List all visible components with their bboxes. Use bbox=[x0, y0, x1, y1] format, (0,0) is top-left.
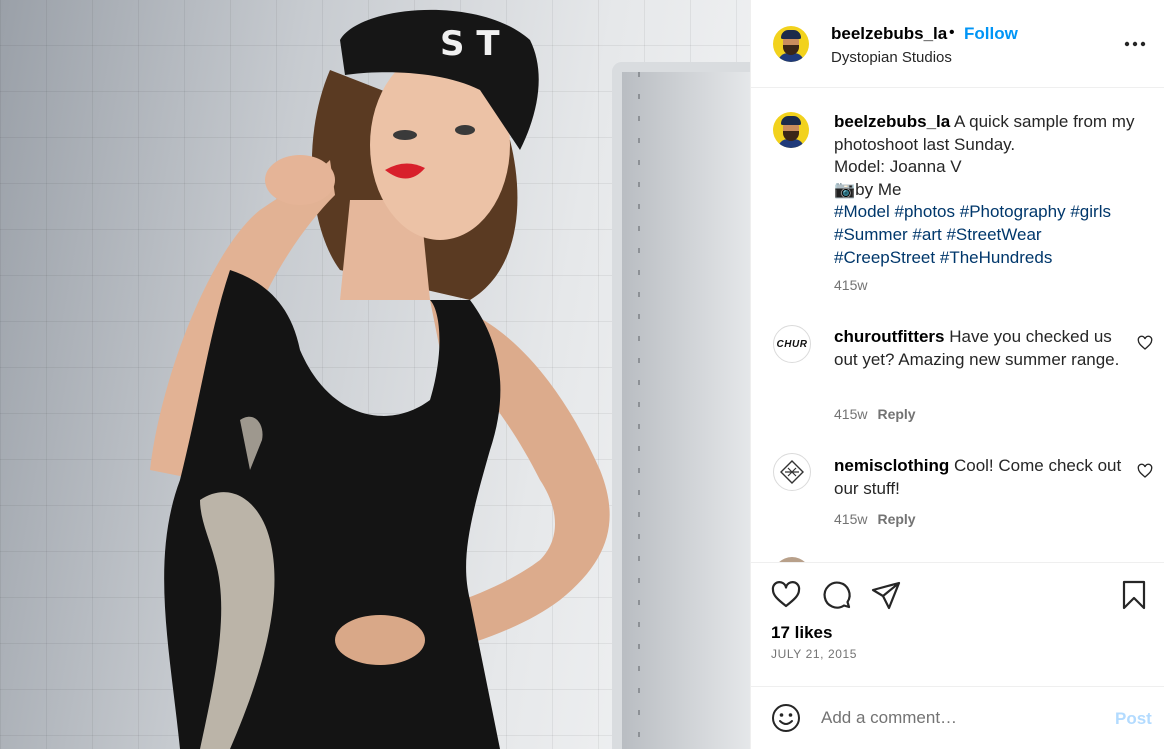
comment-body: churoutfitters Have you checked us out y… bbox=[834, 325, 1124, 371]
hashtag-link[interactable]: #StreetWear bbox=[946, 225, 1041, 244]
post-actions: 17 likes JULY 21, 2015 bbox=[751, 562, 1164, 686]
emoji-icon[interactable] bbox=[771, 703, 801, 733]
svg-text:S T: S T bbox=[440, 24, 500, 64]
post-date[interactable]: JULY 21, 2015 bbox=[771, 647, 857, 661]
comment-like-icon[interactable] bbox=[1137, 335, 1153, 351]
comment-like-icon[interactable] bbox=[1137, 463, 1153, 479]
heart-icon bbox=[771, 581, 801, 608]
hashtag-link[interactable]: #CreepStreet bbox=[834, 248, 935, 267]
comment-meta: 415w Reply bbox=[834, 511, 916, 527]
hashtag-link[interactable]: #TheHundreds bbox=[940, 248, 1052, 267]
caption-username[interactable]: beelzebubs_la bbox=[834, 112, 950, 131]
caption-avatar[interactable] bbox=[773, 112, 809, 148]
like-button[interactable] bbox=[769, 578, 803, 612]
hashtag-link[interactable]: #Model bbox=[834, 202, 890, 221]
reply-button[interactable]: Reply bbox=[877, 511, 915, 527]
caption-line-2: Model: Joanna V bbox=[834, 157, 962, 177]
model-figure: S T bbox=[150, 9, 610, 749]
author-username[interactable]: beelzebubs_la bbox=[831, 24, 947, 44]
author-avatar[interactable] bbox=[773, 26, 809, 62]
share-button[interactable] bbox=[869, 578, 903, 612]
post-details-panel: beelzebubs_la • Follow Dystopian Studios… bbox=[750, 0, 1164, 749]
post-caption: beelzebubs_la A quick sample from my pho… bbox=[834, 111, 1144, 269]
post-location[interactable]: Dystopian Studios bbox=[831, 49, 952, 66]
hashtag-link[interactable]: #Photography bbox=[960, 202, 1066, 221]
bookmark-icon bbox=[1122, 580, 1146, 610]
hashtag-list: #Model #photos #Photography #girls #Summ… bbox=[834, 202, 1111, 266]
caption-line-3: by Me bbox=[855, 179, 902, 199]
hashtag-link[interactable]: #Summer bbox=[834, 225, 908, 244]
comment-username[interactable]: churoutfitters bbox=[834, 327, 945, 346]
hashtag-link[interactable]: #girls bbox=[1070, 202, 1111, 221]
share-icon bbox=[871, 581, 901, 610]
follow-button[interactable]: Follow bbox=[964, 24, 1018, 44]
post-header: beelzebubs_la • Follow Dystopian Studios bbox=[751, 0, 1164, 88]
comment-timestamp[interactable]: 415w bbox=[834, 406, 867, 422]
comments-list[interactable]: beelzebubs_la A quick sample from my pho… bbox=[751, 89, 1164, 562]
commenter-avatar[interactable]: CHUR bbox=[773, 325, 811, 363]
save-button[interactable] bbox=[1117, 578, 1151, 612]
hashtag-link[interactable]: #art bbox=[912, 225, 941, 244]
comment-input[interactable] bbox=[821, 705, 1101, 731]
hashtag-link[interactable]: #photos bbox=[895, 202, 956, 221]
likes-count[interactable]: 17 likes bbox=[771, 623, 832, 643]
post-photo[interactable]: S T bbox=[0, 0, 750, 749]
comment-username[interactable]: nemisclothing bbox=[834, 456, 949, 475]
commenter-avatar[interactable] bbox=[773, 453, 811, 491]
add-comment-bar: Post bbox=[751, 686, 1164, 749]
nemis-logo-icon bbox=[780, 460, 804, 484]
comment-timestamp[interactable]: 415w bbox=[834, 511, 867, 527]
chur-logo: CHUR bbox=[776, 338, 808, 350]
comment-icon bbox=[823, 581, 851, 609]
separator-dot: • bbox=[949, 24, 955, 41]
reply-button[interactable]: Reply bbox=[877, 406, 915, 422]
comment-button[interactable] bbox=[819, 578, 853, 612]
camera-icon: 📷 bbox=[834, 179, 856, 199]
more-options-icon[interactable] bbox=[1123, 36, 1147, 52]
caption-timestamp[interactable]: 415w bbox=[834, 277, 867, 293]
comment-meta: 415w Reply bbox=[834, 406, 916, 422]
comment-body: nemisclothing Cool! Come check out our s… bbox=[834, 454, 1124, 500]
post-comment-button[interactable]: Post bbox=[1115, 709, 1152, 729]
